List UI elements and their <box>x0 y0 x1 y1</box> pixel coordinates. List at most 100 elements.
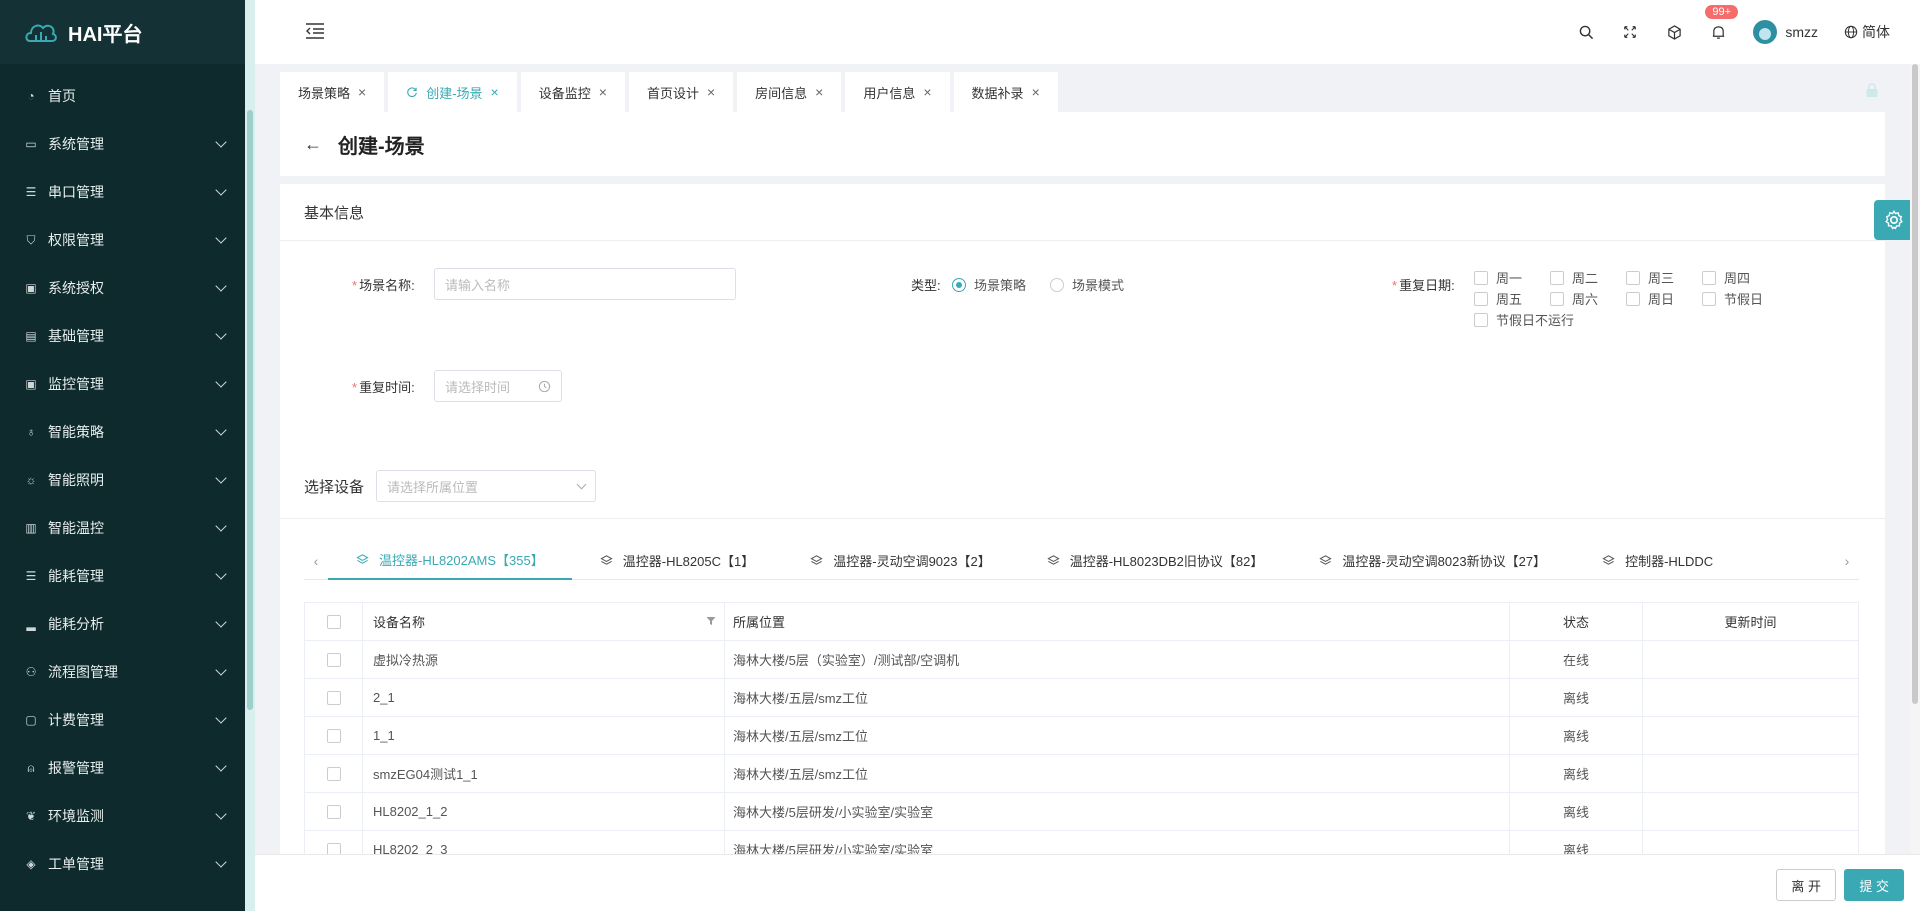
table-row[interactable]: HL8202_2_3 海林大楼/5层研发/小实验室/实验室 离线 <box>305 831 1858 854</box>
fullscreen-icon[interactable] <box>1621 23 1639 41</box>
row-checkbox[interactable] <box>326 766 341 781</box>
close-icon[interactable]: × <box>815 84 823 100</box>
repeat-date-checkbox-7[interactable]: 节假日 <box>1702 289 1763 308</box>
sidebar-item-16[interactable]: ◈ 工单管理 <box>0 840 245 888</box>
tabs-prev-arrow[interactable]: ‹ <box>304 553 328 569</box>
back-arrow-icon[interactable]: ← <box>304 134 322 155</box>
device-tab-0[interactable]: 温控器-HL8202AMS【355】 <box>328 542 572 580</box>
row-checkbox[interactable] <box>326 804 341 819</box>
sidebar-item-1[interactable]: ▭ 系统管理 <box>0 120 245 168</box>
sidebar-item-11[interactable]: ▂ 能耗分析 <box>0 600 245 648</box>
page-title: 创建-场景 <box>338 135 425 158</box>
device-tab-3[interactable]: 温控器-HL8023DB2旧协议【82】 <box>1019 542 1292 580</box>
close-icon[interactable]: × <box>1032 84 1040 100</box>
repeat-date-checkbox-1[interactable]: 周二 <box>1550 268 1598 287</box>
lock-icon[interactable] <box>1864 82 1880 98</box>
sidebar-item-14[interactable]: ⍝ 报警管理 <box>0 744 245 792</box>
sidebar-item-6[interactable]: ▣ 监控管理 <box>0 360 245 408</box>
sidebar-item-9[interactable]: ▥ 智能温控 <box>0 504 245 552</box>
chevron-down-icon <box>215 232 227 244</box>
location-cell: 海林大楼/5层（实验室）/测试部/空调机 <box>725 641 1510 678</box>
repeat-date-checkbox-0[interactable]: 周一 <box>1474 268 1522 287</box>
radio-scene-mode[interactable]: 场景模式 <box>1050 275 1124 294</box>
sidebar-item-4[interactable]: ▣ 系统授权 <box>0 264 245 312</box>
cube-icon[interactable] <box>1665 23 1683 41</box>
row-checkbox[interactable] <box>326 690 341 705</box>
submit-button[interactable]: 提 交 <box>1844 869 1904 901</box>
sidebar-scrollbar[interactable] <box>245 0 255 911</box>
row-checkbox[interactable] <box>326 728 341 743</box>
row-checkbox[interactable] <box>326 652 341 667</box>
sidebar-item-label: 智能照明 <box>48 472 104 488</box>
tab-3[interactable]: 首页设计 × <box>628 72 734 112</box>
close-icon[interactable]: × <box>599 84 607 100</box>
sidebar-item-10[interactable]: ☰ 能耗管理 <box>0 552 245 600</box>
sidebar-scroll-thumb[interactable] <box>247 110 253 710</box>
table-row[interactable]: 虚拟冷热源 海林大楼/5层（实验室）/测试部/空调机 在线 <box>305 641 1858 679</box>
close-icon[interactable]: × <box>923 84 931 100</box>
tab-2[interactable]: 设备监控 × <box>520 72 625 112</box>
user-menu[interactable]: smzz <box>1753 20 1818 44</box>
settings-button[interactable] <box>1874 200 1914 240</box>
repeat-date-checkbox-6[interactable]: 周日 <box>1626 289 1674 308</box>
repeat-date-checkbox-4[interactable]: 周五 <box>1474 289 1522 308</box>
sidebar-item-label: 能耗分析 <box>48 616 104 632</box>
close-icon[interactable]: × <box>358 84 366 100</box>
select-device-label: 选择设备 <box>304 479 365 496</box>
layers-icon <box>810 555 823 565</box>
sidebar-item-2[interactable]: ☰ 串口管理 <box>0 168 245 216</box>
sidebar-item-0[interactable]: ◔ 首页 <box>0 72 245 120</box>
refresh-icon[interactable] <box>406 86 418 98</box>
sidebar-item-13[interactable]: ▢ 计费管理 <box>0 696 245 744</box>
bar-chart-icon: ▂ <box>26 617 36 631</box>
close-icon[interactable]: × <box>707 84 715 100</box>
sidebar-item-label: 智能温控 <box>48 520 104 536</box>
tab-5[interactable]: 用户信息 × <box>845 72 950 112</box>
sidebar-item-5[interactable]: ▤ 基础管理 <box>0 312 245 360</box>
sidebar-item-3[interactable]: ⛉ 权限管理 <box>0 216 245 264</box>
search-icon[interactable] <box>1577 23 1595 41</box>
repeat-date-checkbox-2[interactable]: 周三 <box>1626 268 1674 287</box>
repeat-date-checkbox-3[interactable]: 周四 <box>1702 268 1750 287</box>
device-tab-4[interactable]: 温控器-灵动空调8023新协议【27】 <box>1291 542 1574 580</box>
sidebar-item-15[interactable]: ❦ 环境监测 <box>0 792 245 840</box>
sidebar-item-8[interactable]: ☼ 智能照明 <box>0 456 245 504</box>
leave-button[interactable]: 离 开 <box>1776 869 1836 901</box>
scene-name-placeholder: 请输入名称 <box>445 277 511 293</box>
language-switch[interactable]: 简体 <box>1844 22 1890 42</box>
page-scrollbar[interactable] <box>1910 64 1920 854</box>
tab-0[interactable]: 场景策略 × <box>280 72 385 112</box>
tabs-next-arrow[interactable]: › <box>1835 553 1859 569</box>
notification-bell-icon[interactable]: 99+ <box>1705 5 1738 41</box>
row-checkbox[interactable] <box>326 842 341 854</box>
device-tab-5[interactable]: 控制器-HLDDC <box>1574 542 1741 580</box>
table-row[interactable]: 2_1 海林大楼/五层/smz工位 离线 <box>305 679 1858 717</box>
database-icon: ▤ <box>25 329 37 343</box>
menu-fold-icon[interactable] <box>305 22 325 40</box>
radio-scene-strategy[interactable]: 场景策略 <box>952 275 1026 294</box>
table-row[interactable]: smzEG04测试1_1 海林大楼/五层/smz工位 离线 <box>305 755 1858 793</box>
scene-name-input[interactable]: 请输入名称 <box>434 268 736 300</box>
repeat-date-checkbox-5[interactable]: 周六 <box>1550 289 1598 308</box>
tab-6[interactable]: 数据补录 × <box>953 72 1058 112</box>
chevron-down-icon <box>576 479 587 489</box>
device-tab-1[interactable]: 温控器-HL8205C【1】 <box>572 542 783 580</box>
form-footer: 离 开 提 交 <box>255 854 1920 911</box>
repeat-time-picker[interactable]: 请选择时间 <box>434 370 562 402</box>
select-all-checkbox[interactable] <box>326 614 341 629</box>
page-scroll-thumb[interactable] <box>1912 64 1918 704</box>
location-select[interactable]: 请选择所属位置 <box>376 470 596 502</box>
logo[interactable]: HAI平台 <box>0 0 245 64</box>
table-row[interactable]: HL8202_1_2 海林大楼/5层研发/小实验室/实验室 离线 <box>305 793 1858 831</box>
tab-1[interactable]: 创建-场景 × <box>388 72 517 112</box>
bulb-icon: ♁ <box>26 425 36 439</box>
repeat-date-checkbox-8[interactable]: 节假日不运行 <box>1474 310 1574 329</box>
sidebar-item-label: 能耗管理 <box>48 568 104 584</box>
device-tab-2[interactable]: 温控器-灵动空调9023【2】 <box>782 542 1018 580</box>
tab-4[interactable]: 房间信息 × <box>737 72 842 112</box>
close-icon[interactable]: × <box>491 84 499 100</box>
filter-icon[interactable] <box>706 616 716 626</box>
sidebar-item-12[interactable]: ⚇ 流程图管理 <box>0 648 245 696</box>
table-row[interactable]: 1_1 海林大楼/五层/smz工位 离线 <box>305 717 1858 755</box>
sidebar-item-7[interactable]: ♁ 智能策略 <box>0 408 245 456</box>
